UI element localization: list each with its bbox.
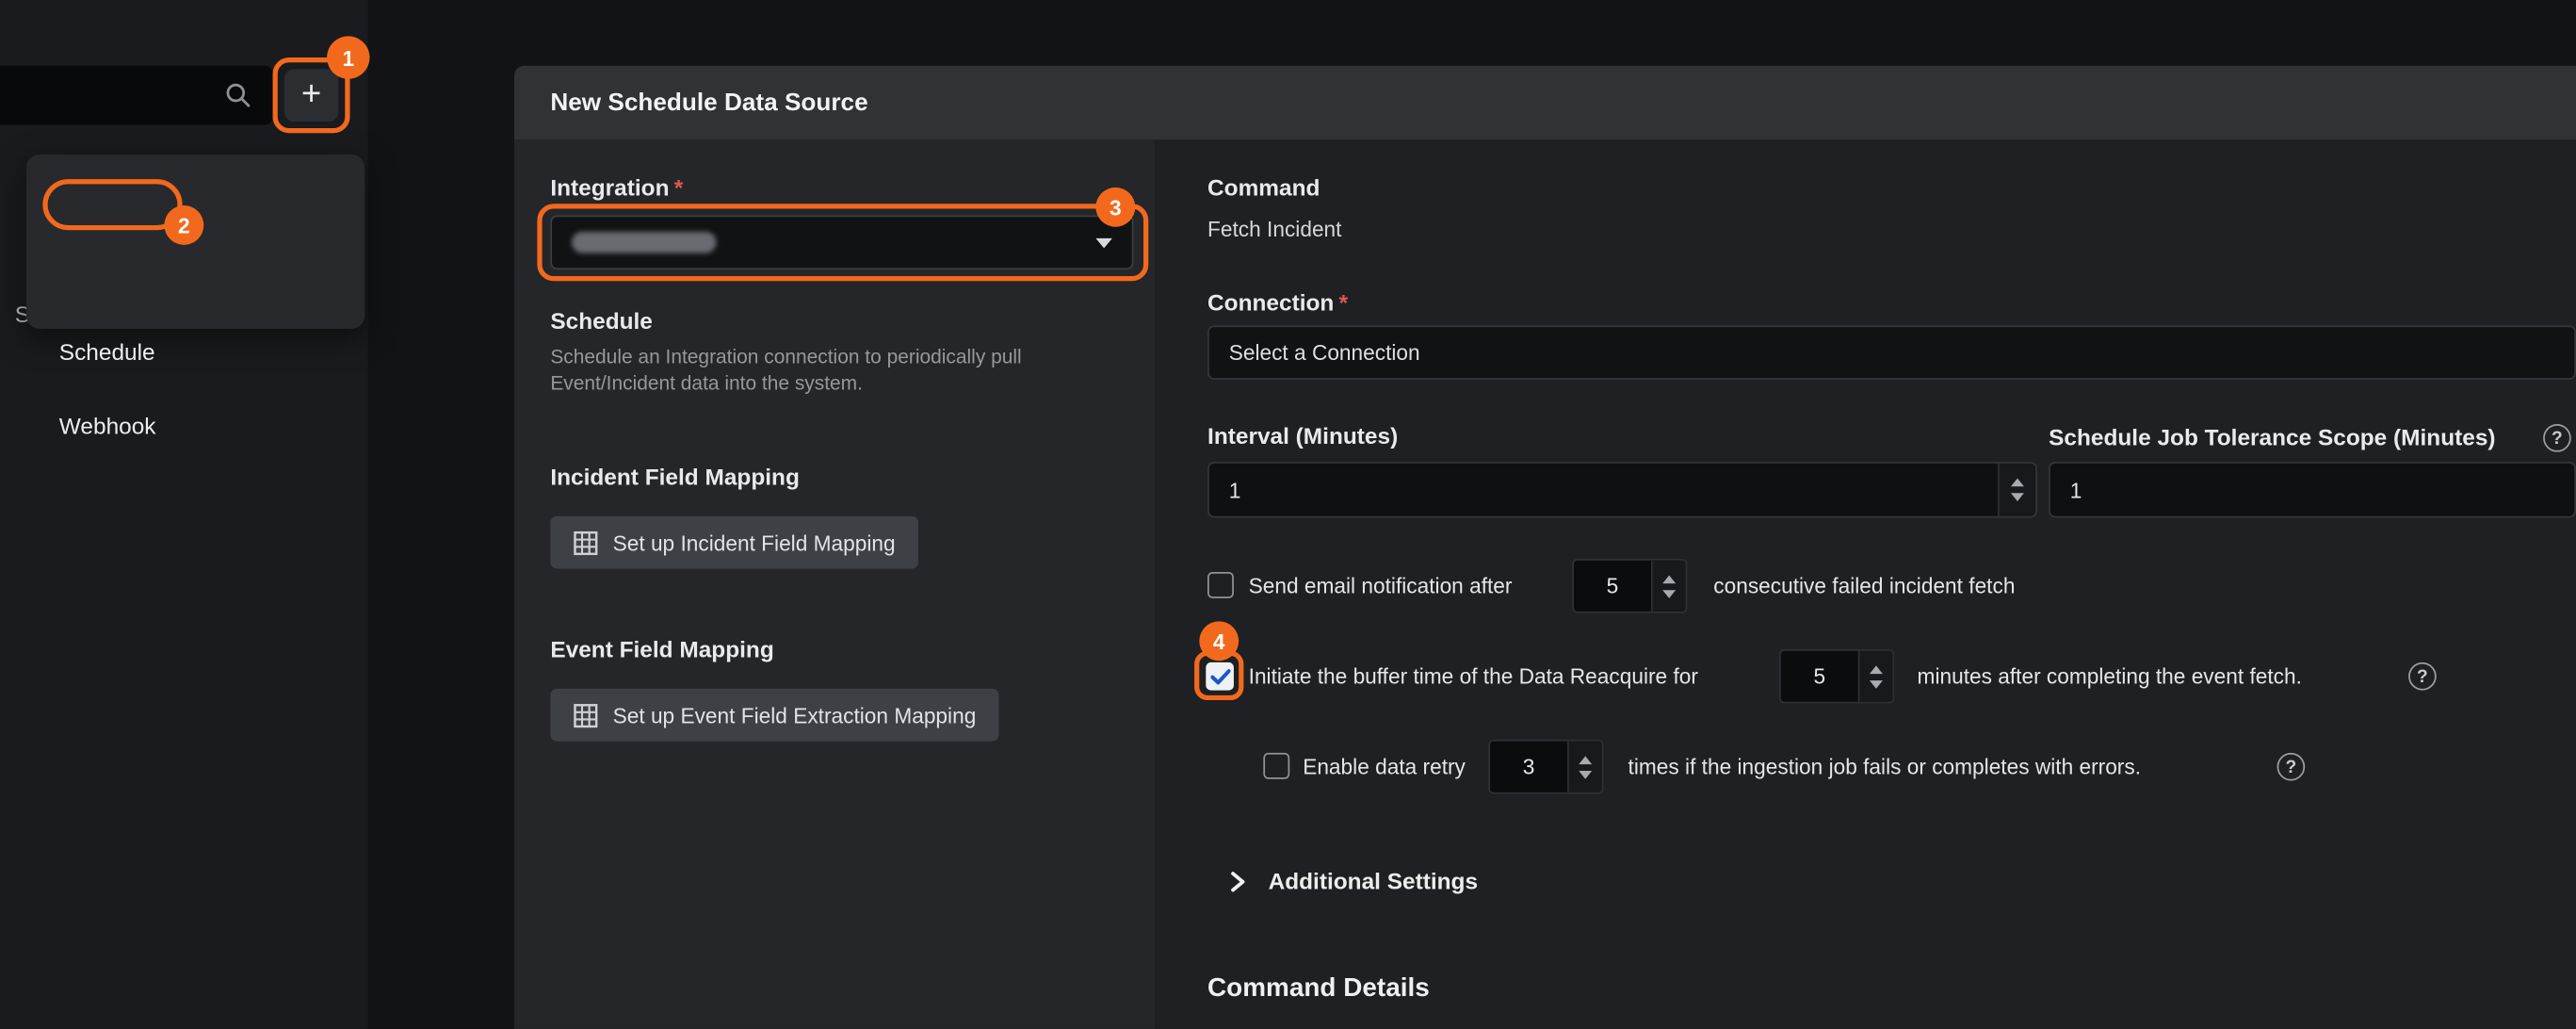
- stepper-down-icon[interactable]: [2011, 493, 2024, 501]
- connection-label: Connection*: [1207, 289, 1348, 316]
- event-field-mapping-heading: Event Field Mapping: [550, 636, 773, 662]
- highlight-ring-integration: [537, 204, 1148, 281]
- additional-settings-label[interactable]: Additional Settings: [1269, 868, 1479, 894]
- stepper-up-icon[interactable]: [2011, 479, 2024, 487]
- step-badge-4: 4: [1199, 621, 1239, 661]
- table-icon: [574, 531, 598, 555]
- interval-label: Interval (Minutes): [1207, 422, 1398, 449]
- connection-select[interactable]: Select a Connection: [1207, 325, 2576, 380]
- schedule-heading: Schedule: [550, 307, 653, 334]
- tolerance-field: [2049, 462, 2576, 517]
- data-retry-label: Enable data retry: [1303, 755, 1466, 779]
- required-asterisk: *: [674, 174, 684, 201]
- retry-times-stepper[interactable]: [1567, 742, 1602, 792]
- additional-settings-expander[interactable]: [1225, 868, 1248, 894]
- buffer-minutes-field: [1779, 649, 1894, 704]
- stepper-down-icon[interactable]: [1662, 589, 1676, 597]
- dialog-title: New Schedule Data Source: [550, 89, 867, 117]
- search-icon: [225, 82, 251, 108]
- stepper-down-icon[interactable]: [1870, 679, 1883, 688]
- chevron-right-icon: [1230, 871, 1245, 892]
- tolerance-input[interactable]: [2050, 464, 2574, 516]
- search-input[interactable]: [0, 66, 273, 125]
- step-badge-1: 1: [327, 36, 369, 78]
- data-retry-suffix: times if the ingestion job fails or comp…: [1628, 755, 2141, 779]
- stepper-up-icon[interactable]: [1579, 755, 1592, 763]
- tolerance-help-icon[interactable]: ?: [2543, 424, 2571, 452]
- buffer-suffix: minutes after completing the event fetch…: [1918, 664, 2302, 689]
- connection-label-text: Connection: [1207, 289, 1334, 316]
- email-threshold-input[interactable]: [1574, 561, 1651, 612]
- menu-item-webhook[interactable]: Webhook: [59, 413, 156, 439]
- setup-incident-field-mapping-button[interactable]: Set up Incident Field Mapping: [550, 516, 918, 569]
- setup-event-field-extraction-mapping-label: Set up Event Field Extraction Mapping: [613, 703, 977, 727]
- email-notification-checkbox[interactable]: [1207, 572, 1234, 598]
- command-label: Command: [1207, 174, 1320, 201]
- data-retry-checkbox[interactable]: [1263, 753, 1289, 779]
- interval-field: [1207, 462, 2037, 517]
- highlight-ring-schedule: [42, 179, 182, 230]
- table-icon: [574, 703, 598, 727]
- buffer-minutes-input[interactable]: [1781, 651, 1858, 702]
- email-threshold-field: [1572, 559, 1687, 613]
- command-value: Fetch Incident: [1207, 217, 1341, 241]
- buffer-minutes-stepper[interactable]: [1858, 651, 1893, 702]
- screen: + 1 Schedule Webhook .menu-panel .menu-i…: [0, 0, 2576, 1028]
- tolerance-label: Schedule Job Tolerance Scope (Minutes): [2049, 424, 2495, 450]
- required-asterisk: *: [1339, 289, 1349, 316]
- retry-times-field: [1488, 740, 1603, 794]
- email-threshold-stepper[interactable]: [1651, 561, 1686, 612]
- interval-stepper[interactable]: [1998, 464, 2035, 516]
- retry-times-input[interactable]: [1490, 742, 1567, 792]
- stepper-up-icon[interactable]: [1662, 575, 1676, 583]
- stepper-up-icon[interactable]: [1870, 665, 1883, 674]
- setup-incident-field-mapping-label: Set up Incident Field Mapping: [613, 531, 896, 555]
- buffer-help-icon[interactable]: ?: [2408, 662, 2437, 691]
- stepper-down-icon[interactable]: [1579, 770, 1592, 778]
- connection-placeholder: Select a Connection: [1229, 340, 1420, 365]
- menu-item-schedule[interactable]: Schedule: [59, 338, 155, 365]
- setup-event-field-extraction-mapping-button[interactable]: Set up Event Field Extraction Mapping: [550, 689, 998, 742]
- buffer-label: Initiate the buffer time of the Data Rea…: [1249, 664, 1698, 689]
- retry-help-icon[interactable]: ?: [2277, 753, 2306, 781]
- integration-label-text: Integration: [550, 174, 669, 201]
- step-badge-2: 2: [164, 205, 203, 245]
- dialog-header: New Schedule Data Source: [514, 66, 2576, 139]
- step-badge-3: 3: [1095, 188, 1135, 227]
- interval-input[interactable]: [1209, 464, 1998, 516]
- email-notification-suffix: consecutive failed incident fetch: [1713, 574, 2015, 598]
- schedule-description: Schedule an Integration connection to pe…: [550, 344, 1099, 397]
- command-details-heading: Command Details: [1207, 974, 1430, 1004]
- email-notification-label: Send email notification after: [1249, 574, 1513, 598]
- integration-label: Integration*: [550, 174, 683, 201]
- incident-field-mapping-heading: Incident Field Mapping: [550, 464, 800, 490]
